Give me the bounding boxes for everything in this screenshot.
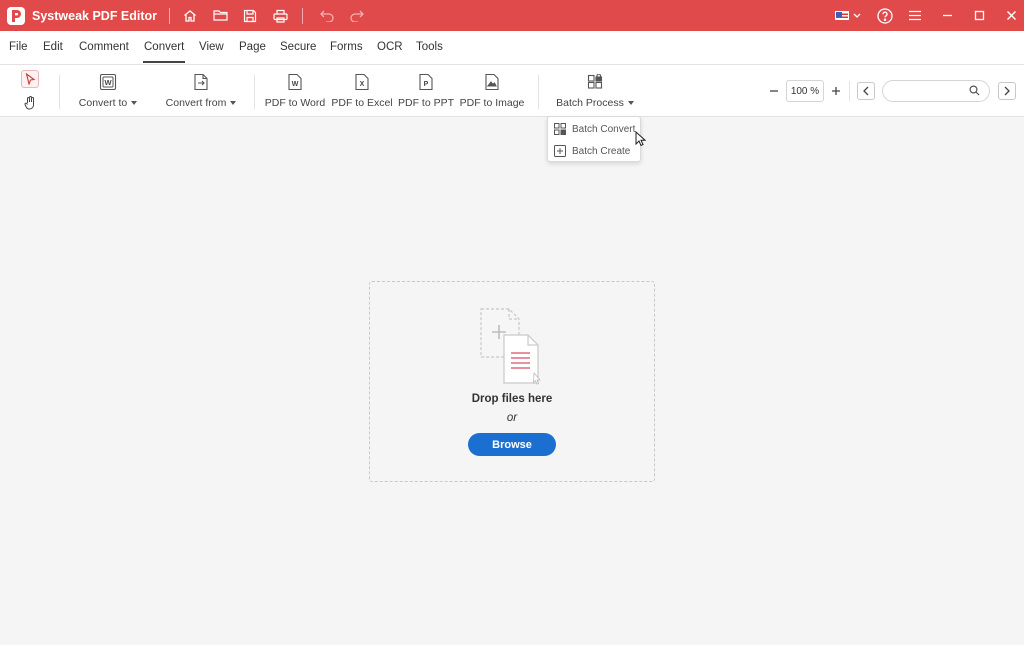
batch-convert-label: Batch Convert <box>572 123 636 135</box>
us-flag-icon <box>835 11 849 20</box>
divider <box>169 7 171 24</box>
menu-secure[interactable]: Secure <box>280 41 316 53</box>
pdf-to-word-button[interactable]: W PDF to Word <box>264 73 326 109</box>
pdf-to-image-button[interactable]: PDF to Image <box>459 73 525 109</box>
menu-forms[interactable]: Forms <box>330 41 363 53</box>
hand-tool-button[interactable] <box>22 95 38 111</box>
search-next-button[interactable] <box>998 82 1016 100</box>
caret-down-icon <box>627 101 634 106</box>
menu-view[interactable]: View <box>199 41 224 53</box>
plus-icon <box>832 87 840 95</box>
chevron-right-icon <box>1004 86 1010 96</box>
menu-comment[interactable]: Comment <box>79 41 129 53</box>
menu-file[interactable]: File <box>9 41 28 53</box>
undo-icon[interactable] <box>317 6 337 26</box>
pdf-to-image-label: PDF to Image <box>459 97 525 109</box>
title-bar: Systweak PDF Editor <box>0 0 1024 31</box>
pdf-to-excel-label: PDF to Excel <box>331 97 393 109</box>
menu-convert[interactable]: Convert <box>142 41 186 63</box>
menu-bar: File Edit Comment Convert View Page Secu… <box>0 31 1024 65</box>
chevron-left-icon <box>863 86 869 96</box>
svg-text:W: W <box>292 81 299 88</box>
pdf-to-ppt-button[interactable]: P PDF to PPT <box>398 73 455 109</box>
convert-from-label: Convert from <box>165 97 227 109</box>
search-icon[interactable] <box>969 85 980 96</box>
close-icon[interactable] <box>1001 6 1021 26</box>
caret-down-icon <box>230 101 237 106</box>
batch-process-button[interactable]: Batch Process <box>556 73 634 109</box>
hand-icon <box>24 96 34 110</box>
chevron-down-icon <box>853 13 861 18</box>
menu-edit[interactable]: Edit <box>43 41 63 53</box>
svg-text:X: X <box>360 81 365 88</box>
divider <box>538 75 539 109</box>
folder-open-icon[interactable] <box>210 6 230 26</box>
convert-toolbar: W Convert to Convert from W PDF to Word … <box>0 65 1024 117</box>
divider <box>302 7 304 24</box>
redo-icon[interactable] <box>346 6 366 26</box>
batch-convert-icon <box>554 123 566 135</box>
batch-convert-menu-item[interactable]: Batch Convert <box>548 118 640 140</box>
caret-down-icon <box>131 101 138 106</box>
print-icon[interactable] <box>270 6 290 26</box>
minimize-icon[interactable] <box>937 6 957 26</box>
convert-to-button[interactable]: W Convert to <box>78 73 138 109</box>
drop-files-title: Drop files here <box>471 393 553 405</box>
batch-create-menu-item[interactable]: Batch Create <box>548 140 640 162</box>
svg-text:P: P <box>424 81 429 88</box>
app-title: Systweak PDF Editor <box>32 8 158 23</box>
search-prev-button[interactable] <box>857 82 875 100</box>
svg-text:W: W <box>104 78 112 87</box>
help-icon[interactable] <box>875 6 895 26</box>
language-selector[interactable] <box>835 11 861 20</box>
batch-grid-icon <box>586 73 604 91</box>
divider <box>254 75 255 109</box>
word-doc-icon: W <box>99 73 117 91</box>
app-logo-icon <box>7 6 25 25</box>
or-label: or <box>506 412 518 424</box>
menu-page[interactable]: Page <box>239 41 266 53</box>
save-icon[interactable] <box>240 6 260 26</box>
zoom-in-button[interactable] <box>829 84 843 98</box>
batch-create-label: Batch Create <box>572 145 631 157</box>
pdf-to-ppt-label: PDF to PPT <box>398 97 455 109</box>
divider <box>849 81 850 101</box>
batch-process-dropdown: Batch Convert Batch Create <box>547 116 641 162</box>
search-input[interactable] <box>891 84 969 98</box>
select-tool-button[interactable] <box>21 70 39 88</box>
drop-files-illustration-icon <box>480 308 541 385</box>
menu-ocr[interactable]: OCR <box>377 41 403 53</box>
zoom-level-input[interactable]: 100 % <box>786 80 824 102</box>
word-file-icon: W <box>286 73 304 91</box>
image-file-icon <box>483 73 501 91</box>
browse-button[interactable]: Browse <box>468 433 556 456</box>
mouse-pointer-icon <box>635 131 646 147</box>
search-box <box>882 80 990 102</box>
minus-icon <box>770 90 778 92</box>
convert-from-button[interactable]: Convert from <box>165 73 237 109</box>
home-icon[interactable] <box>180 6 200 26</box>
file-drop-zone[interactable]: Drop files here or Browse <box>369 281 655 482</box>
divider <box>59 75 60 109</box>
convert-to-label: Convert to <box>78 97 128 109</box>
excel-file-icon: X <box>353 73 371 91</box>
pdf-to-word-label: PDF to Word <box>264 97 326 109</box>
zoom-out-button[interactable] <box>767 84 781 98</box>
arrow-cursor-icon <box>25 73 35 85</box>
file-import-icon <box>192 73 210 91</box>
maximize-icon[interactable] <box>969 6 989 26</box>
menu-tools[interactable]: Tools <box>416 41 443 53</box>
ppt-file-icon: P <box>417 73 435 91</box>
pdf-to-excel-button[interactable]: X PDF to Excel <box>331 73 393 109</box>
plus-box-icon <box>554 145 566 157</box>
batch-process-label: Batch Process <box>556 97 624 109</box>
hamburger-menu-icon[interactable] <box>905 6 925 26</box>
